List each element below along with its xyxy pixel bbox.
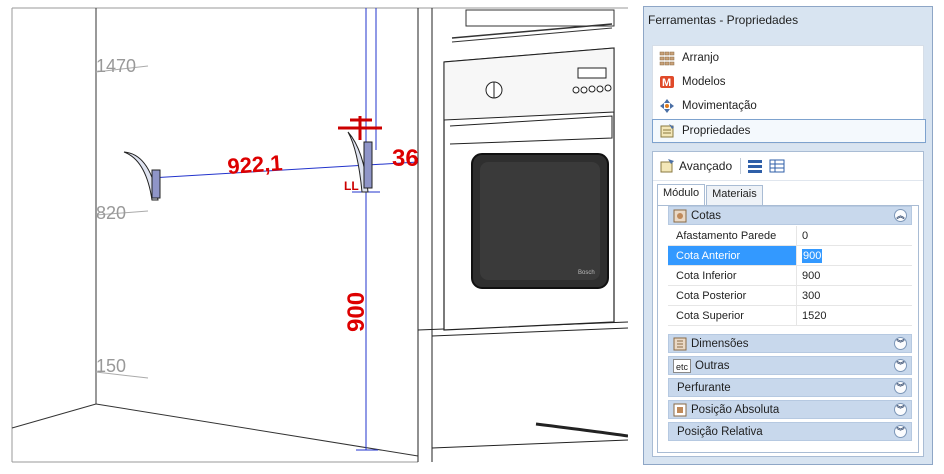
wall-label-820: 820	[96, 203, 126, 223]
property-name: Cota Anterior	[668, 246, 796, 266]
property-row[interactable]: Cota Posterior 300	[668, 286, 912, 306]
move-arrows-icon	[659, 98, 675, 114]
alphabetical-view-icon[interactable]	[769, 158, 785, 174]
property-value-text[interactable]: 900	[802, 249, 823, 263]
position-icon	[673, 403, 687, 417]
section-perfurante-label: Perfurante	[677, 381, 731, 394]
section-cotas[interactable]: Cotas ︽	[668, 206, 912, 225]
section-posicao-absoluta-label: Posição Absoluta	[691, 403, 780, 416]
panel-title: Ferramentas - Propriedades	[648, 13, 799, 27]
property-name: Cota Superior	[668, 306, 796, 326]
modulo-tab-body: Cotas ︽ Afastamento Parede 0 Cota Anteri…	[657, 205, 919, 453]
nav-label-propriedades: Propriedades	[682, 125, 751, 137]
property-row[interactable]: Cota Superior 1520	[668, 306, 912, 326]
svg-text:M: M	[662, 77, 671, 89]
nav-item-modelos[interactable]: M Modelos	[653, 70, 923, 94]
oven-brand-text: Bosch	[578, 270, 595, 276]
cotas-property-grid: Afastamento Parede 0 Cota Anterior 900 C…	[668, 226, 912, 326]
toolbar-separator	[740, 158, 742, 174]
models-m-icon: M	[659, 74, 675, 90]
property-name: Cota Inferior	[668, 266, 796, 286]
collapse-icon[interactable]: ︽	[894, 209, 907, 222]
section-posicao-absoluta[interactable]: Posição Absoluta ︾	[668, 400, 912, 419]
cotas-icon	[673, 209, 687, 223]
partial-dimension-text: 36	[392, 145, 419, 172]
property-value[interactable]: 1520	[796, 306, 912, 326]
property-row[interactable]: Cota Inferior 900	[668, 266, 912, 286]
expand-icon[interactable]: ︾	[894, 403, 907, 416]
property-name: Afastamento Parede	[668, 226, 796, 246]
section-dimensoes[interactable]: Dimensões ︾	[668, 334, 912, 353]
property-value[interactable]: 900	[796, 266, 912, 286]
section-posicao-relativa-label: Posição Relativa	[677, 425, 763, 438]
property-row-selected[interactable]: Cota Anterior 900	[668, 246, 912, 266]
nav-label-modelos: Modelos	[682, 76, 726, 88]
properties-toolbar: Avançado	[653, 152, 923, 181]
vertical-dimension-text: 900	[343, 292, 370, 332]
nav-item-propriedades[interactable]: Propriedades	[652, 119, 926, 143]
etc-icon: etc	[673, 358, 691, 373]
properties-icon	[659, 123, 675, 139]
dimensions-icon	[673, 337, 687, 351]
grid-arrangement-icon	[659, 50, 675, 66]
nav-item-arranjo[interactable]: Arranjo	[653, 46, 923, 70]
wall-label-1470: 1470	[96, 56, 136, 76]
wall-label-150: 150	[96, 356, 126, 376]
advanced-icon	[659, 158, 675, 174]
section-outras[interactable]: etc Outras ︾	[668, 356, 912, 375]
property-name: Cota Posterior	[668, 286, 796, 306]
3d-viewport[interactable]: Bosch LL 1470 820 150 922,1 36 900	[0, 0, 628, 474]
horizontal-dimension-text: 922,1	[227, 150, 284, 179]
tab-materiais[interactable]: Materiais	[706, 185, 763, 205]
nav-label-arranjo: Arranjo	[682, 52, 720, 64]
section-posicao-relativa[interactable]: Posição Relativa ︾	[668, 422, 912, 441]
categorized-view-icon[interactable]	[747, 158, 763, 174]
section-cotas-label: Cotas	[691, 209, 722, 222]
property-value[interactable]: 0	[796, 226, 912, 246]
property-value-input[interactable]: 900	[796, 246, 912, 266]
section-perfurante[interactable]: Perfurante ︾	[668, 378, 912, 397]
expand-icon[interactable]: ︾	[894, 359, 907, 372]
scene-drawing[interactable]: Bosch LL 1470 820 150 922,1 36 900	[0, 0, 628, 474]
tools-properties-panel: Ferramentas - Propriedades Arranjo M Mod…	[643, 6, 933, 465]
nav-label-movimentacao: Movimentação	[682, 100, 757, 112]
advanced-button[interactable]: Avançado	[679, 159, 732, 173]
property-row[interactable]: Afastamento Parede 0	[668, 226, 912, 246]
section-dimensoes-label: Dimensões	[691, 337, 749, 350]
property-value[interactable]: 300	[796, 286, 912, 306]
expand-icon[interactable]: ︾	[894, 337, 907, 350]
tab-modulo[interactable]: Módulo	[657, 184, 706, 207]
properties-tabs: Módulo Materiais	[657, 184, 764, 207]
nav-item-movimentacao[interactable]: Movimentação	[653, 94, 923, 118]
properties-area: Avançado Módulo Materiais Cotas ︽ Afasta…	[652, 151, 924, 457]
tools-nav-list: Arranjo M Modelos Movimentação Proprieda…	[652, 45, 926, 144]
section-outras-label: Outras	[695, 359, 730, 372]
selection-marker-text: LL	[344, 179, 359, 193]
expand-icon[interactable]: ︾	[894, 381, 907, 394]
expand-icon[interactable]: ︾	[894, 425, 907, 438]
